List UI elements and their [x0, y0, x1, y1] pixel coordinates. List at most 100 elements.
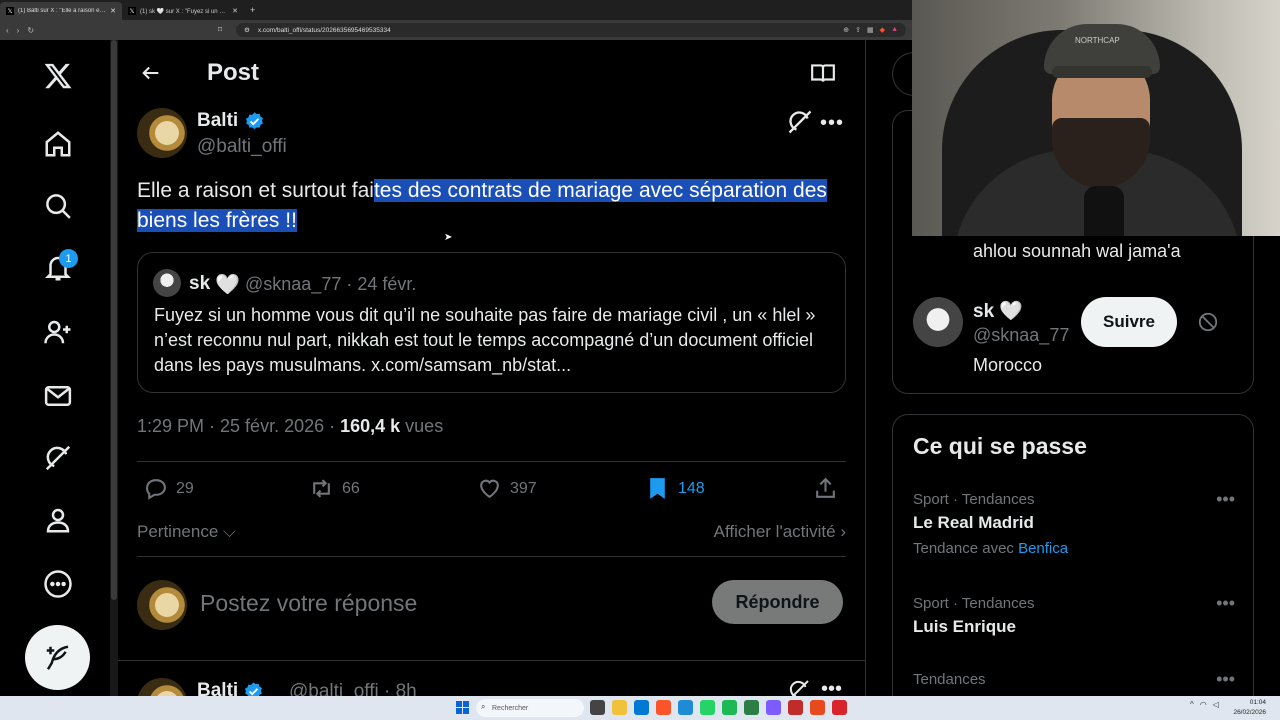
site-settings-icon[interactable]: ⚙ [244, 26, 250, 34]
post-header: Post [118, 40, 865, 106]
heart-emoji: 🤍 [999, 301, 1024, 322]
reply-author-avatar[interactable] [137, 678, 187, 696]
reader-mode-icon[interactable] [806, 58, 840, 88]
excel-icon[interactable] [744, 700, 759, 715]
trends-card: Ce qui se passe Sport · Tendances Le Rea… [892, 414, 1254, 696]
like-button[interactable]: 397 [477, 476, 537, 501]
notifications-icon[interactable]: 1 [38, 248, 78, 288]
share-icon[interactable]: ⇪ [855, 26, 861, 34]
new-tab-button[interactable]: + [244, 5, 261, 15]
microphone [1084, 186, 1124, 236]
close-icon[interactable]: ✕ [110, 7, 116, 15]
app-icon[interactable] [832, 700, 847, 715]
back-arrow-icon[interactable] [134, 56, 168, 90]
author-avatar[interactable] [137, 108, 187, 158]
trend-context-link[interactable]: Benfica [1018, 540, 1068, 557]
user-avatar[interactable] [137, 580, 187, 630]
windows-start-icon[interactable] [456, 701, 469, 714]
author-handle[interactable]: @balti_offi [197, 136, 287, 158]
grok-icon[interactable] [38, 438, 78, 478]
volume-icon[interactable]: ◁ [1213, 700, 1219, 709]
tweet-text-plain: Elle a raison et surtout fai [137, 179, 374, 202]
trend-item[interactable]: Tendances ••• [913, 669, 1235, 690]
more-options-icon[interactable] [38, 564, 78, 604]
spotify-icon[interactable] [722, 700, 737, 715]
brave-browser-icon[interactable] [656, 700, 671, 715]
share-button[interactable] [813, 476, 838, 501]
reply-input[interactable] [200, 586, 700, 620]
suggested-user-avatar[interactable] [913, 297, 963, 347]
whatsapp-icon[interactable] [700, 700, 715, 715]
tweet-text: Elle a raison et surtout faites des cont… [137, 176, 837, 236]
more-icon[interactable]: ••• [1216, 593, 1235, 614]
suggested-user-name[interactable]: sk 🤍 [973, 299, 1023, 323]
repost-button[interactable]: 66 [309, 476, 360, 501]
task-view-icon[interactable] [590, 700, 605, 715]
post-time[interactable]: 1:29 PM · 25 févr. 2026 · [137, 416, 340, 436]
browser-nav: ‹ › ↻ [6, 26, 34, 35]
sort-label: Pertinence [137, 522, 219, 541]
more-icon[interactable]: ••• [820, 112, 844, 135]
reply-submit-button[interactable]: Répondre [712, 580, 843, 624]
quote-avatar[interactable] [153, 269, 181, 297]
trend-context: Tendance avec Benfica [913, 540, 1235, 557]
close-icon[interactable]: ✕ [232, 7, 238, 15]
telegram-icon[interactable] [678, 700, 693, 715]
verified-badge-icon [246, 111, 264, 129]
back-icon[interactable]: ‹ [6, 26, 9, 35]
reply-tweet[interactable]: Balti @balti_offi · 8h ••• [137, 676, 846, 696]
taskbar-search[interactable]: ⌕ Rechercher [476, 699, 584, 717]
sort-dropdown[interactable]: Pertinence ⌵ [137, 522, 236, 542]
search-icon[interactable] [38, 186, 78, 226]
brave-shield-icon[interactable]: ◆ [880, 26, 885, 34]
reply-author-name[interactable]: Balti [197, 680, 264, 696]
more-icon[interactable]: ••• [821, 678, 842, 696]
more-icon[interactable]: ••• [1216, 489, 1235, 510]
tray-up-icon[interactable]: ^ [1190, 700, 1194, 709]
taskbar-clock[interactable]: 01:04 26/02/2026 [1233, 698, 1266, 718]
tab-title: (1) sk 🤍 sur X : "Fuyez si un homme vous [140, 8, 228, 15]
home-icon[interactable] [38, 124, 78, 164]
bookmark-button[interactable]: 148 [645, 476, 705, 501]
more-icon[interactable]: ••• [1216, 669, 1235, 690]
author-name[interactable]: Balti [197, 110, 265, 132]
trend-item[interactable]: Sport · Tendances Le Real Madrid Tendanc… [913, 489, 1235, 557]
scrollbar[interactable] [110, 40, 118, 696]
grok-explain-icon[interactable] [786, 108, 814, 136]
suggested-user-location: Morocco [973, 355, 1043, 375]
reply-icon [146, 479, 166, 500]
discord-icon[interactable] [766, 700, 781, 715]
view-activity-link[interactable]: Afficher l'activité › [714, 522, 846, 542]
messages-icon[interactable] [38, 376, 78, 416]
follow-people-icon[interactable] [38, 312, 78, 352]
file-explorer-icon[interactable] [612, 700, 627, 715]
store-icon[interactable] [634, 700, 649, 715]
trend-item[interactable]: Sport · Tendances Luis Enrique ••• [913, 593, 1235, 637]
scrollbar-thumb[interactable] [111, 40, 117, 600]
bookmark-page-icon[interactable]: ⌑ [218, 25, 222, 34]
forward-icon[interactable]: › [17, 26, 20, 35]
post-timestamp: 1:29 PM · 25 févr. 2026 · 160,4 k vues [137, 416, 443, 437]
zoom-icon[interactable]: ⊕ [843, 26, 849, 34]
repost-count: 66 [342, 479, 360, 497]
search-icon: ⌕ [481, 702, 486, 711]
browser-tab-active[interactable]: 𝕏 (1) Balti sur X : "Elle a raison et su… [0, 2, 122, 20]
wifi-icon[interactable]: ◠ [1200, 700, 1207, 709]
block-icon[interactable] [1197, 311, 1219, 333]
app-icon[interactable] [810, 700, 825, 715]
quoted-post[interactable]: sk 🤍 @sknaa_77 · 24 févr. Fuyez si un ho… [137, 252, 846, 393]
x-home-logo-icon[interactable] [38, 56, 78, 96]
post-actions: 29 66 397 148 [137, 476, 846, 508]
profile-icon[interactable] [38, 500, 78, 540]
url-field[interactable]: ⚙ x.com/balti_offi/status/20266356954695… [236, 23, 906, 37]
grok-explain-icon[interactable] [787, 678, 811, 696]
rewards-icon[interactable]: ▲ [891, 26, 898, 34]
trend-name: Le Real Madrid [913, 513, 1034, 532]
app-icon[interactable] [788, 700, 803, 715]
translate-icon[interactable]: ▦ [867, 26, 874, 34]
follow-button[interactable]: Suivre [1081, 297, 1177, 347]
reply-button[interactable]: 29 [143, 476, 194, 501]
compose-post-button[interactable] [25, 625, 90, 690]
browser-tab[interactable]: 𝕏 (1) sk 🤍 sur X : "Fuyez si un homme vo… [122, 2, 244, 20]
reload-icon[interactable]: ↻ [27, 26, 34, 35]
